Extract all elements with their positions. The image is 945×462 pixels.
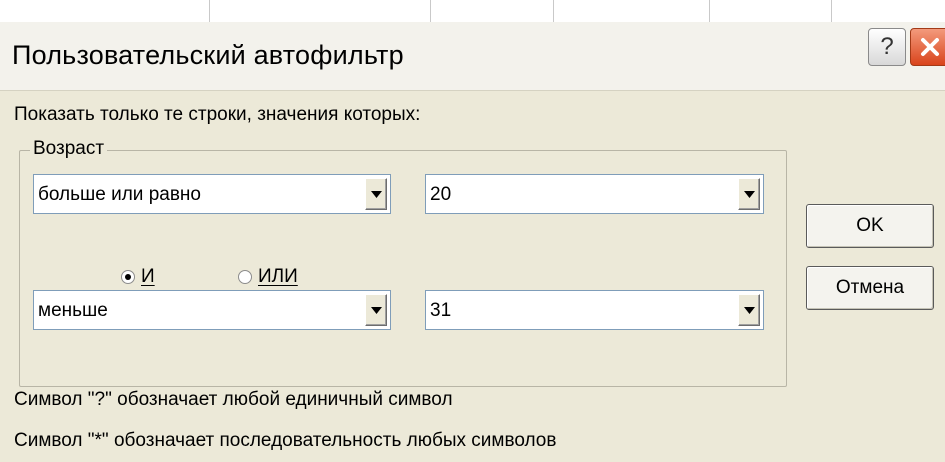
hint-any-sequence: Символ "*" обозначает последовательность…	[14, 430, 557, 451]
value2-combo[interactable]: 31	[425, 290, 764, 330]
or-radio-label: ИЛИ	[258, 266, 298, 287]
value1-value: 20	[430, 184, 452, 205]
grid-line	[709, 0, 710, 22]
operator1-select[interactable]: больше или равно	[33, 174, 391, 214]
group-label: Возраст	[30, 138, 108, 160]
value2-value: 31	[430, 300, 452, 321]
operator2-value: меньше	[38, 300, 108, 321]
value2-dropdown-button[interactable]	[738, 294, 760, 326]
grid-line	[209, 0, 210, 22]
grid-line	[430, 0, 431, 22]
value1-dropdown-button[interactable]	[738, 178, 760, 210]
spreadsheet-grid-strip	[0, 0, 945, 23]
or-radio[interactable]: ИЛИ	[238, 265, 298, 289]
operator1-dropdown-button[interactable]	[365, 178, 387, 210]
custom-autofilter-dialog: Пользовательский автофильтр ? Показать т…	[0, 22, 945, 462]
instruction-label: Показать только те строки, значения кото…	[14, 104, 421, 125]
close-button[interactable]	[910, 28, 945, 66]
cancel-button[interactable]: Отмена	[806, 266, 934, 310]
value1-combo[interactable]: 20	[425, 174, 764, 214]
dialog-title: Пользовательский автофильтр	[12, 40, 404, 70]
hint-single-char: Символ "?" обозначает любой единичный си…	[14, 389, 453, 410]
or-radio-dot[interactable]	[238, 270, 252, 284]
and-radio[interactable]: И	[121, 265, 155, 289]
grid-line	[831, 0, 832, 22]
operator2-select[interactable]: меньше	[33, 290, 391, 330]
and-radio-label: И	[141, 266, 155, 287]
chevron-down-icon	[370, 306, 382, 314]
grid-line	[553, 0, 554, 22]
operator2-dropdown-button[interactable]	[365, 294, 387, 326]
chevron-down-icon	[370, 190, 382, 198]
title-bar[interactable]: Пользовательский автофильтр ?	[0, 22, 945, 91]
chevron-down-icon	[743, 190, 755, 198]
close-icon	[921, 38, 939, 56]
and-radio-dot[interactable]	[121, 270, 135, 284]
chevron-down-icon	[743, 306, 755, 314]
help-button[interactable]: ?	[868, 28, 906, 66]
ok-button[interactable]: OK	[806, 204, 934, 248]
help-icon: ?	[880, 33, 894, 60]
operator1-value: больше или равно	[38, 184, 201, 205]
